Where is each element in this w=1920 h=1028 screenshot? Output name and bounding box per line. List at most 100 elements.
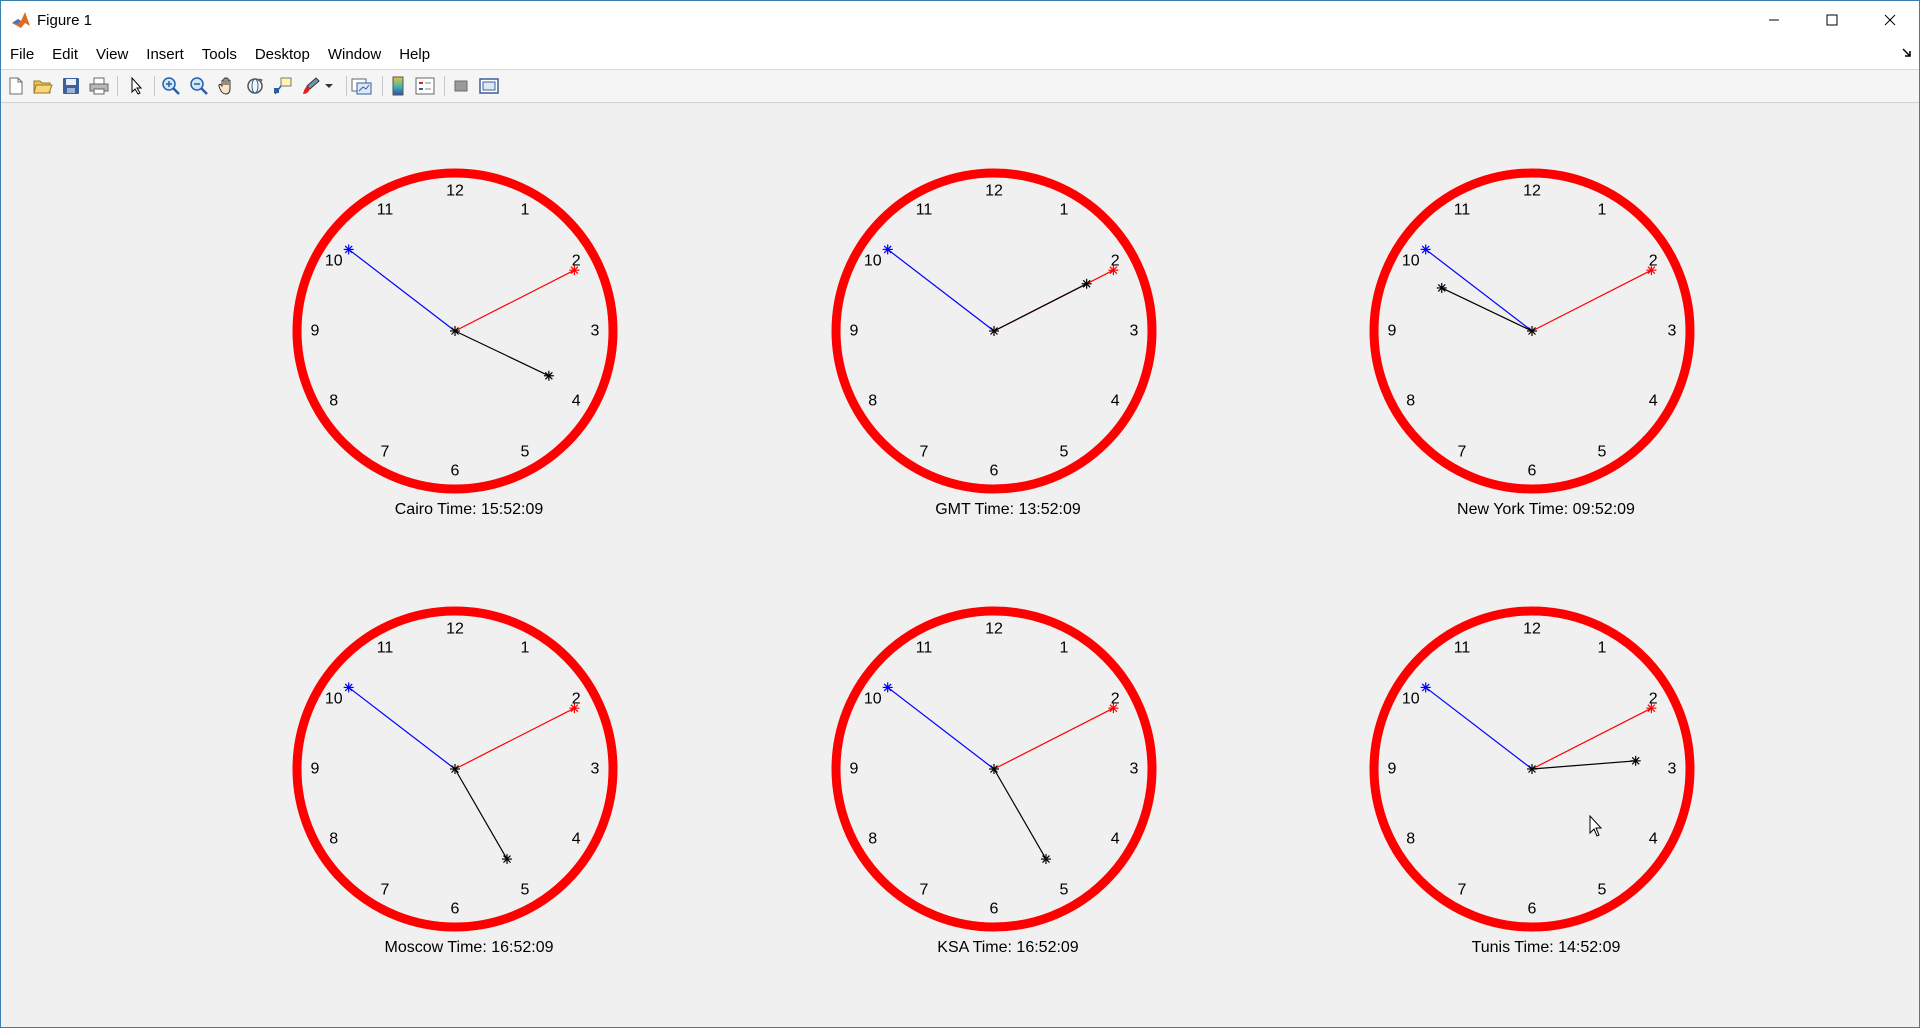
brush-dropdown-button[interactable] [323, 75, 335, 97]
hour-hand [348, 248, 456, 332]
insert-legend-button[interactable] [414, 75, 436, 97]
dial-number: 4 [572, 393, 581, 410]
insert-colorbar-icon [392, 76, 404, 96]
zoom-out-icon [190, 77, 208, 95]
menu-help[interactable]: Help [390, 46, 439, 63]
clock: 121234567891011New York Time: 09:52:09 [1369, 168, 1695, 518]
menu-tools[interactable]: Tools [193, 46, 246, 63]
clock-time-label: KSA Time: 16:52:09 [937, 939, 1079, 956]
zoom-out-button[interactable] [188, 75, 210, 97]
pan-button[interactable] [216, 75, 238, 97]
rotate-3d-icon [247, 78, 263, 94]
data-cursor-button[interactable] [272, 75, 294, 97]
hide-plot-tools-button[interactable] [450, 75, 472, 97]
chevron-down-icon [325, 84, 333, 88]
dial-number: 10 [325, 253, 343, 270]
edit-plot-button[interactable] [125, 75, 147, 97]
title-bar[interactable]: Figure 1 [1, 1, 1919, 39]
dial-number: 8 [1406, 393, 1415, 410]
figure-canvas[interactable]: 12 1 2 3 4 5 6 7 8 9 10 11 Cairo Time: 15:52:09 12 1 2 3… [1, 102, 1919, 1027]
save-figure-button[interactable] [60, 75, 82, 97]
hour-hand-marker [343, 244, 354, 255]
pan-hand-icon [218, 77, 231, 95]
hour-hand [348, 686, 456, 770]
dial-number: 11 [377, 201, 394, 218]
dial-number: 7 [381, 882, 390, 899]
dial-number: 5 [1060, 882, 1069, 899]
zoom-in-icon [162, 77, 180, 95]
dial-number: 12 [1523, 183, 1541, 200]
dial-number: 11 [377, 639, 394, 656]
dial-number: 3 [591, 323, 600, 340]
menu-window[interactable]: Window [319, 46, 390, 63]
clock-time-label: New York Time: 09:52:09 [1457, 501, 1635, 518]
clock-center-marker [989, 764, 999, 774]
clock-time-label: Cairo Time: 15:52:09 [395, 501, 544, 518]
minimize-button[interactable] [1745, 1, 1803, 39]
dial-number: 11 [916, 639, 933, 656]
new-figure-button[interactable] [5, 75, 27, 97]
dial-number: 10 [325, 691, 343, 708]
clock: 121234567891011Moscow Time: 16:52:09 [292, 606, 618, 956]
minute-hand-marker [1646, 265, 1657, 276]
open-file-button[interactable] [32, 75, 54, 97]
second-hand [454, 768, 508, 860]
dial-number: 11 [916, 201, 933, 218]
show-plot-tools-icon [479, 78, 499, 94]
dial-number: 1 [1598, 639, 1607, 656]
dial-number: 6 [990, 463, 999, 480]
insert-colorbar-button[interactable] [387, 75, 409, 97]
dial-number: 3 [1130, 761, 1139, 778]
hide-plot-tools-icon [454, 80, 468, 92]
dial-number: 9 [311, 323, 320, 340]
dial-number: 4 [1649, 393, 1658, 410]
menu-insert[interactable]: Insert [137, 46, 193, 63]
maximize-icon [1826, 14, 1838, 26]
dial-number: 7 [1458, 882, 1467, 899]
dial-number: 11 [1454, 639, 1471, 656]
dial-number: 6 [451, 463, 460, 480]
minute-hand-marker [1646, 703, 1657, 714]
window-title: Figure 1 [37, 11, 93, 29]
figure-toolbar [1, 69, 1919, 103]
dial-number: 2 [1649, 253, 1658, 270]
menu-view[interactable]: View [87, 46, 137, 63]
dial-number: 4 [572, 831, 581, 848]
dial-number: 4 [1649, 831, 1658, 848]
clock-time-label: Moscow Time: 16:52:09 [385, 939, 554, 956]
dial-number: 6 [451, 901, 460, 918]
zoom-in-button[interactable] [160, 75, 182, 97]
menu-file[interactable]: File [1, 46, 43, 63]
clock-center-marker [450, 326, 460, 336]
rotate-3d-button[interactable] [244, 75, 266, 97]
dial-number: 2 [1111, 253, 1120, 270]
clock: 121234567891011Cairo Time: 15:52:09 [292, 168, 618, 518]
dial-number: 8 [329, 393, 338, 410]
dock-arrow-icon[interactable] [1901, 47, 1913, 59]
menu-desktop[interactable]: Desktop [246, 46, 319, 63]
minute-hand-marker [1108, 703, 1119, 714]
dial-number: 3 [1130, 323, 1139, 340]
maximize-button[interactable] [1803, 1, 1861, 39]
dial-number: 12 [985, 183, 1003, 200]
link-plot-button[interactable] [351, 75, 373, 97]
dial-number: 2 [572, 253, 581, 270]
menu-edit[interactable]: Edit [43, 46, 87, 63]
clocks-plot-area: 121234567891011Cairo Time: 15:52:0912123… [292, 168, 1695, 956]
hour-hand-marker [1420, 682, 1431, 693]
matlab-logo-icon [12, 12, 30, 28]
dial-number: 9 [850, 323, 859, 340]
close-button[interactable] [1861, 1, 1919, 39]
print-figure-button[interactable] [88, 75, 110, 97]
dial-number: 7 [920, 882, 929, 899]
hour-hand-marker [882, 682, 893, 693]
show-plot-tools-button[interactable] [478, 75, 500, 97]
clock: 121234567891011GMT Time: 13:52:09 [831, 168, 1157, 518]
clock-center-marker [1527, 326, 1537, 336]
second-hand-marker [1081, 278, 1092, 289]
dial-number: 3 [1668, 761, 1677, 778]
hour-hand [1425, 686, 1533, 770]
dial-number: 7 [1458, 444, 1467, 461]
dial-number: 3 [1668, 323, 1677, 340]
brush-button[interactable] [300, 75, 322, 97]
